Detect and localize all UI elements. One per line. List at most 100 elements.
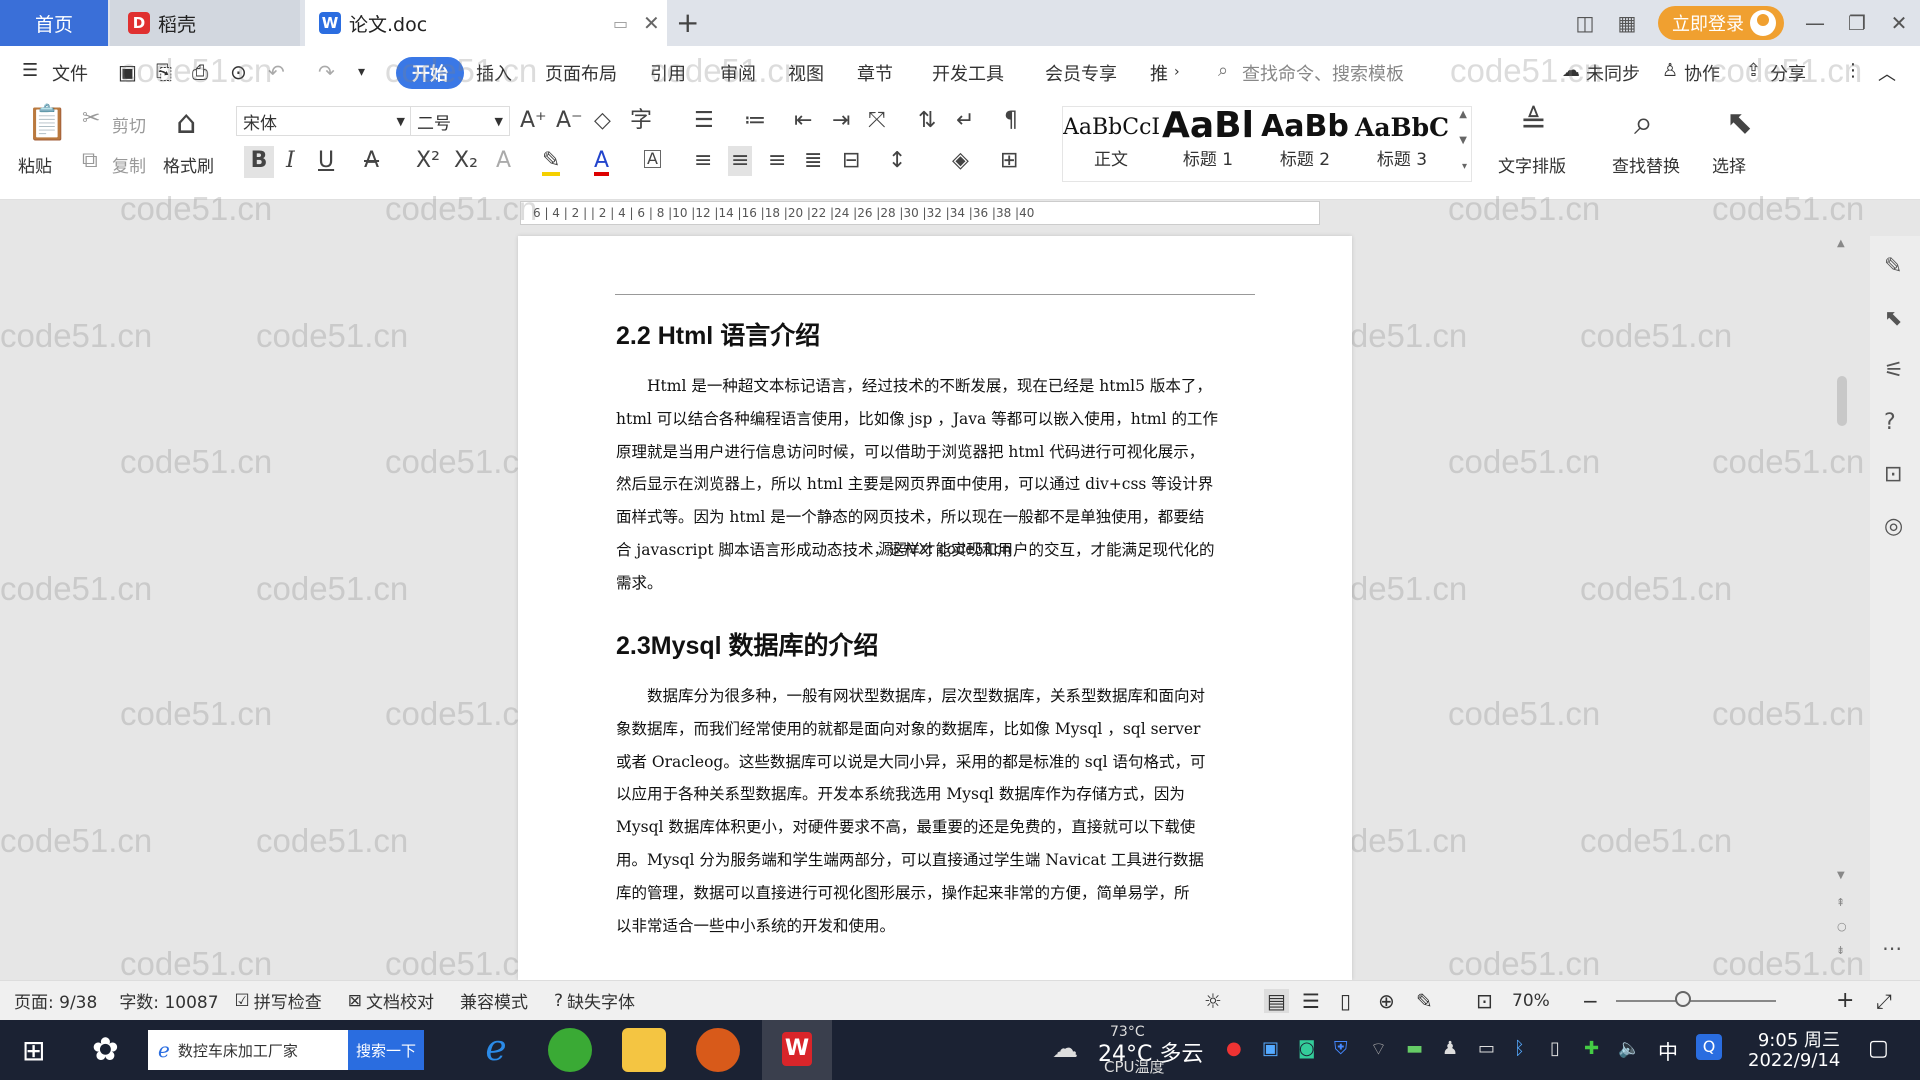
prev-page-icon[interactable]: ⇞ [1836,896,1845,909]
taskbar-search-button[interactable]: 搜索一下 [347,1030,424,1070]
clock-time[interactable]: 9:05 周三 [1756,1026,1840,1052]
taskbar-search-box[interactable]: ℯ 数控车床加工厂家 搜索一下 [148,1030,424,1070]
watermark: code51.cn [256,822,409,859]
missing-font-icon: ? [554,990,564,1011]
text-line: 象数据库，而我们经常使用的就都是面向对象的数据库，比如像 Mysql ，sql … [616,719,1201,738]
tray-security-icon[interactable]: ▣ [1262,1038,1279,1059]
adjust-icon[interactable]: ⚟ [1884,358,1904,383]
watermark: code51.cn [120,443,273,480]
tray-app-icon[interactable]: ● [1226,1038,1242,1059]
file-explorer-icon[interactable] [622,1028,666,1072]
cursor-icon[interactable]: ⬉ [1884,306,1902,331]
nav-icon[interactable]: ◎ [1884,514,1903,539]
scroll-down-icon[interactable]: ▼ [1837,870,1845,881]
notification-icon[interactable]: ▢ [1868,1036,1889,1061]
page-view-icon[interactable]: ▤ [1264,988,1289,1013]
windows-taskbar: ⊞ ✿ ℯ 数控车床加工厂家 搜索一下 ℯ W ☁ 24°C 多云 73°C C… [0,1020,1920,1080]
overlay-caption: 源码VX: code51cn [878,540,1012,558]
document-page[interactable]: 2.2 Html 语言介绍 Html 是一种超文本标记语言，经过技术的不断发展，… [518,236,1352,980]
compat-mode[interactable]: 兼容模式 [460,988,528,1013]
outline-view-icon[interactable]: ☰ [1302,989,1320,1013]
watermark: code51.cn [0,317,153,354]
text-line: Mysql 数据库体积更小，对硬件要求不高，最重要的还是免费的，直接就可以下载使 [616,818,1196,837]
wifi-icon[interactable]: ⌔ [1370,1038,1387,1061]
word-count[interactable]: 字数: 10087 [119,988,218,1013]
watermark: code51.cn [385,52,538,89]
right-side-panel: ✎ ⬉ ⚟ ? ⊡ ◎ ⋯ [1870,236,1920,980]
tray-shield-icon[interactable]: ⛨ [1334,1038,1348,1059]
watermark: code51.cn [120,695,273,732]
watermark: code51.cn [1580,822,1733,859]
tray-search-icon[interactable]: Q [1696,1034,1722,1060]
read-view-icon[interactable]: ▯ [1340,989,1351,1013]
baidu-assistant-icon[interactable]: ✿ [92,1030,119,1068]
tray-wechat-icon[interactable]: ◙ [1298,1038,1315,1059]
usb-icon[interactable]: ▯ [1550,1038,1560,1059]
ime-indicator[interactable]: 中 [1658,1036,1678,1065]
text-line: 然后显示在浏览器上，所以 html 主要是网页界面中使用，可以通过 div+cs… [616,475,1214,494]
next-page-icon[interactable]: ⇟ [1836,944,1845,957]
watermark: code51.cn [1450,52,1603,89]
text-line: 库的管理，数据可以直接进行可视化图形展示，操作起来非常的方便，简单易学，所 [616,883,1190,902]
watermark: code51.cn [120,52,273,89]
header-rule [615,294,1255,295]
zoom-in-icon[interactable]: + [1836,988,1854,1013]
watermark: code51.cn [385,443,538,480]
browser-360-icon[interactable] [548,1028,592,1072]
watermark: code51.cn [1448,945,1601,982]
spellcheck-button[interactable]: 拼写检查 [254,988,322,1013]
app-fox-icon[interactable] [696,1028,740,1072]
watermark: code51.cn [256,317,409,354]
battery-icon[interactable]: ▭ [1478,1038,1495,1059]
windows-start-icon[interactable]: ⊞ [22,1034,45,1067]
fit-page-icon[interactable]: ⊡ [1476,989,1493,1013]
missing-font-button[interactable]: 缺失字体 [567,988,635,1013]
scroll-up-icon[interactable]: ▲ [1837,238,1845,249]
watermark: code51.cn [385,695,538,732]
zoom-out-icon[interactable]: − [1582,989,1599,1013]
watermark: code51.cn [1580,317,1733,354]
tray-360-icon[interactable]: ✚ [1584,1038,1599,1059]
text-line: 以非常适合一些中小系统的开发和使用。 [616,916,896,935]
proofread-button[interactable]: 文档校对 [366,988,434,1013]
vertical-scrollbar[interactable]: ▲ ▼ ⇞ ○ ⇟ [1833,236,1851,980]
watermark: code51.cn [0,822,153,859]
zoom-level[interactable]: 70% [1512,991,1550,1011]
ie-icon[interactable]: ℯ [474,1028,518,1072]
bluetooth-icon[interactable]: ᛒ [1514,1038,1525,1059]
text-line: 数据库分为很多种，一般有网状型数据库，层次型数据库，关系型数据库和面向对 [647,687,1206,705]
fullscreen-icon[interactable]: ⤢ [1876,989,1892,1013]
eye-protect-icon[interactable]: ☼ [1204,989,1222,1013]
tray-nvidia-icon[interactable]: ▬ [1406,1038,1423,1059]
select-browse-icon[interactable]: ○ [1837,920,1847,933]
wps-taskbar-item[interactable]: W [762,1020,832,1080]
taskbar-search-text: 数控车床加工厂家 [177,1041,298,1060]
wps-icon: W [782,1032,812,1066]
review-icon[interactable]: ⊡ [1884,462,1902,487]
volume-icon[interactable]: 🔈 [1618,1038,1640,1059]
proofread-icon: ⊠ [347,990,363,1011]
weather-cloud-icon: ☁ [1052,1034,1078,1064]
zoom-slider-thumb[interactable] [1675,991,1691,1007]
text-line: 原理就是当用户进行信息访问时候，可以借助于浏览器把 html 代码进行可视化展示… [616,442,1205,461]
watermark: code51.cn [1710,52,1863,89]
watermark: code51.cn [650,52,803,89]
web-view-icon[interactable]: ⊕ [1378,989,1395,1013]
cpu-label: CPU温度 [1104,1058,1165,1076]
write-view-icon[interactable]: ✎ [1416,989,1433,1013]
pen-icon[interactable]: ✎ [1884,254,1902,279]
ie-small-icon: ℯ [158,1038,170,1062]
scroll-thumb[interactable] [1837,376,1847,426]
text-line: 需求。 [616,573,663,592]
watermark: code51.cn [1712,190,1865,227]
more-icon[interactable]: ⋯ [1882,936,1902,960]
clock-date[interactable]: 2022/9/14 [1748,1050,1840,1071]
spellcheck-icon: ☑ [234,990,250,1011]
section-heading-mysql: 2.3Mysql 数据库的介绍 [616,632,879,660]
cpu-temp: 73°C [1110,1024,1145,1040]
text-line: 或者 Oracleog。这些数据库可以说是大同小异，采用的都是标准的 sql 语… [616,752,1206,771]
zoom-slider[interactable] [1616,1000,1776,1002]
tray-qq-icon[interactable]: ♟ [1442,1038,1458,1059]
watermark: code51.cn [1580,570,1733,607]
help-icon[interactable]: ? [1884,410,1896,435]
